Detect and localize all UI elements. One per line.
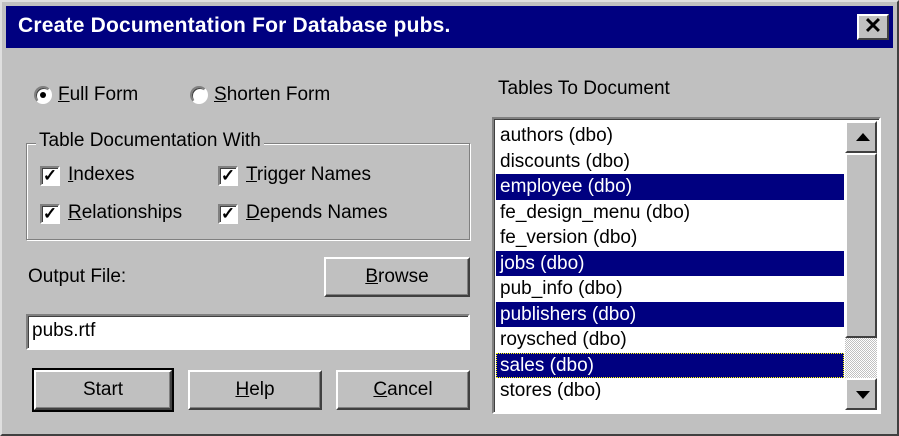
depends-names-checkbox[interactable]: ✓ bbox=[218, 204, 238, 224]
table-list-item[interactable]: stores (dbo) bbox=[496, 378, 844, 404]
window-title: Create Documentation For Database pubs. bbox=[18, 14, 451, 37]
shorten-form-radio[interactable] bbox=[190, 86, 208, 104]
table-list-item[interactable]: publishers (dbo) bbox=[496, 301, 844, 327]
help-button[interactable]: Help bbox=[188, 370, 322, 410]
scroll-up-button[interactable] bbox=[845, 121, 877, 153]
table-list-item[interactable]: employee (dbo) bbox=[496, 174, 844, 200]
scroll-thumb[interactable] bbox=[845, 153, 877, 338]
scroll-down-button[interactable] bbox=[845, 378, 877, 410]
vertical-scrollbar[interactable] bbox=[845, 121, 877, 410]
tables-listbox[interactable]: authors (dbo) discounts (dbo) employee (db… bbox=[492, 117, 881, 414]
table-list-item[interactable]: discounts (dbo) bbox=[496, 149, 844, 175]
table-list-item[interactable]: fe_version (dbo) bbox=[496, 225, 844, 251]
table-list-item[interactable]: sales (dbo) bbox=[496, 352, 844, 378]
shorten-form-label[interactable]: Shorten Form bbox=[214, 84, 330, 106]
trigger-names-label[interactable]: Trigger Names bbox=[246, 164, 371, 186]
start-button[interactable]: Start bbox=[32, 368, 174, 412]
tables-to-document-label: Tables To Document bbox=[498, 78, 670, 99]
table-list-item[interactable]: authors (dbo) bbox=[496, 123, 844, 149]
relationships-checkbox[interactable]: ✓ bbox=[40, 204, 60, 224]
table-list-item[interactable]: fe_design_menu (dbo) bbox=[496, 200, 844, 226]
relationships-label[interactable]: Relationships bbox=[68, 202, 182, 224]
close-button[interactable]: ✕ bbox=[857, 14, 889, 40]
table-documentation-group bbox=[26, 143, 470, 240]
indexes-label[interactable]: Indexes bbox=[68, 164, 135, 186]
full-form-label[interactable]: Full Form bbox=[58, 84, 138, 106]
full-form-radio[interactable] bbox=[34, 86, 52, 104]
arrow-up-icon bbox=[856, 133, 870, 141]
cancel-button[interactable]: Cancel bbox=[336, 370, 470, 410]
dialog-window: Create Documentation For Database pubs. … bbox=[0, 0, 899, 436]
indexes-checkbox[interactable]: ✓ bbox=[40, 166, 60, 186]
trigger-names-checkbox[interactable]: ✓ bbox=[218, 166, 238, 186]
arrow-down-icon bbox=[856, 391, 870, 399]
table-list-item[interactable]: jobs (dbo) bbox=[496, 250, 844, 276]
group-title: Table Documentation With bbox=[36, 130, 264, 152]
browse-button[interactable]: Browse bbox=[324, 257, 470, 297]
output-file-label: Output File: bbox=[28, 266, 127, 287]
table-list-item[interactable]: pub_info (dbo) bbox=[496, 276, 844, 302]
table-list-item[interactable]: roysched (dbo) bbox=[496, 327, 844, 353]
title-bar: Create Documentation For Database pubs. … bbox=[6, 6, 893, 48]
output-file-input[interactable]: pubs.rtf bbox=[26, 314, 470, 350]
depends-names-label[interactable]: Depends Names bbox=[246, 202, 388, 224]
tables-list: authors (dbo) discounts (dbo) employee (db… bbox=[496, 123, 844, 404]
